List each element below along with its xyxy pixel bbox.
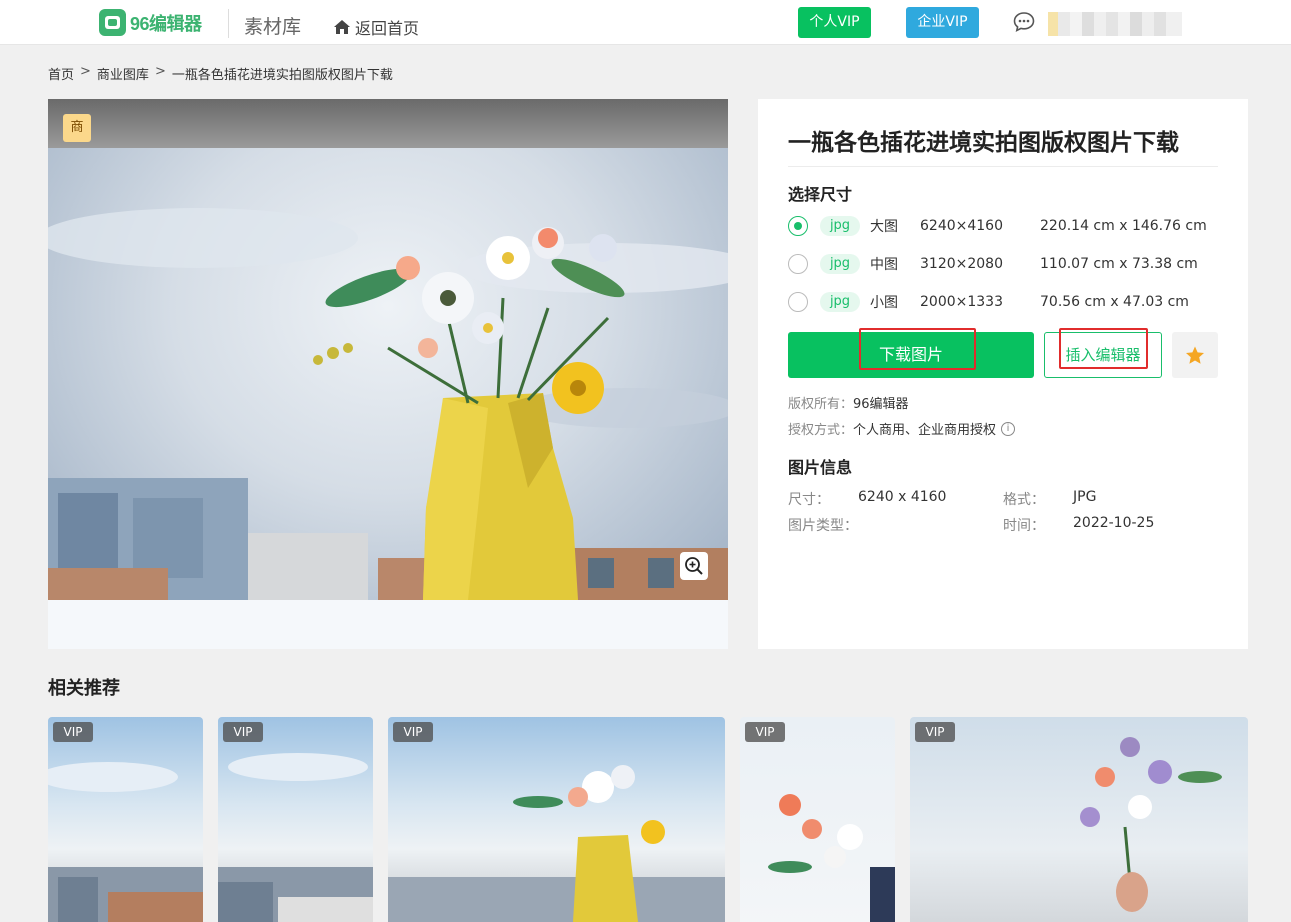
breadcrumb-current: 一瓶各色插花进境实拍图版权图片下载 — [171, 68, 393, 83]
logo-divider — [228, 9, 229, 38]
copyright-label: 版权所有： — [788, 397, 854, 412]
format-tag: jpg — [820, 254, 860, 274]
vip-tag: VIP — [223, 722, 263, 742]
format-tag: jpg — [820, 292, 860, 312]
license-value: 个人商用、企业商用授权 — [853, 423, 997, 438]
back-home-link[interactable]: 返回首页 — [334, 15, 419, 39]
personal-vip-button[interactable]: 个人VIP — [798, 7, 871, 38]
title-divider — [788, 166, 1218, 167]
thumb-image — [48, 762, 203, 922]
thumb-image — [218, 753, 373, 922]
info-size-value: 6240 x 4160 — [858, 489, 947, 505]
star-icon — [1186, 346, 1204, 364]
thumb-image — [1080, 737, 1222, 912]
highlight-box-insert — [1059, 328, 1148, 369]
size-option-small[interactable]: jpg 小图 2000×1333 70.56 cm x 47.03 cm — [788, 291, 1228, 313]
page-title: 一瓶各色插花进境实拍图版权图片下载 — [788, 130, 1179, 156]
highlight-box-download — [859, 328, 976, 370]
size-radio-small[interactable] — [788, 292, 808, 312]
breadcrumb: 首页 > 商业图库 > 一瓶各色插花进境实拍图版权图片下载 — [48, 64, 393, 83]
license-label: 授权方式： — [788, 423, 854, 438]
size-radio-large[interactable] — [788, 216, 808, 236]
related-title: 相关推荐 — [48, 678, 120, 699]
related-thumb[interactable]: VIP — [388, 717, 725, 922]
size-pixels: 3120×2080 — [920, 256, 1003, 272]
size-pixels: 6240×4160 — [920, 218, 1003, 234]
message-icon[interactable] — [1013, 12, 1035, 32]
favorite-button[interactable] — [1172, 332, 1218, 378]
logo[interactable]: 96编辑器 — [99, 9, 202, 36]
info-type-label: 图片类型： — [788, 518, 858, 534]
size-cm: 110.07 cm x 73.38 cm — [1040, 256, 1198, 272]
breadcrumb-home[interactable]: 首页 — [48, 64, 74, 83]
user-avatar-name[interactable] — [1048, 12, 1182, 36]
image-info-title: 图片信息 — [788, 458, 853, 477]
back-home-label: 返回首页 — [355, 19, 420, 38]
vip-tag: VIP — [393, 722, 433, 742]
size-cm: 70.56 cm x 47.03 cm — [1040, 294, 1189, 310]
breadcrumb-gallery[interactable]: 商业图库 — [97, 64, 149, 83]
size-option-large[interactable]: jpg 大图 6240×4160 220.14 cm x 146.76 cm — [788, 215, 1228, 237]
thumb-image — [388, 765, 725, 922]
home-icon — [334, 20, 350, 34]
logo-text: 96编辑器 — [130, 13, 202, 34]
vip-tag: VIP — [915, 722, 955, 742]
choose-size-label: 选择尺寸 — [788, 185, 853, 204]
info-time-value: 2022-10-25 — [1073, 515, 1155, 531]
vip-tag: VIP — [53, 722, 93, 742]
copyright-value: 96编辑器 — [853, 397, 909, 412]
zoom-in-button[interactable] — [680, 552, 708, 580]
size-name: 大图 — [870, 219, 898, 235]
breadcrumb-separator: > — [154, 64, 166, 79]
size-option-medium[interactable]: jpg 中图 3120×2080 110.07 cm x 73.38 cm — [788, 253, 1228, 275]
info-format-value: JPG — [1073, 489, 1097, 505]
related-thumb[interactable]: VIP — [48, 717, 203, 922]
top-bar: 96编辑器 素材库 返回首页 个人VIP 企业VIP — [0, 0, 1291, 45]
preview-header-shade — [48, 99, 728, 148]
related-thumb[interactable]: VIP — [910, 717, 1248, 922]
copyright-line: 版权所有： 96编辑器 — [788, 393, 909, 412]
related-thumb[interactable]: VIP — [218, 717, 373, 922]
size-name: 小图 — [870, 295, 898, 311]
size-radio-medium[interactable] — [788, 254, 808, 274]
info-format-label: 格式： — [1003, 492, 1045, 508]
enterprise-vip-button[interactable]: 企业VIP — [906, 7, 979, 38]
size-cm: 220.14 cm x 146.76 cm — [1040, 218, 1207, 234]
site-name: 素材库 — [244, 16, 302, 38]
commercial-badge: 商 — [63, 114, 91, 142]
size-name: 中图 — [870, 257, 898, 273]
zoom-in-icon — [685, 557, 703, 575]
detail-panel: 一瓶各色插花进境实拍图版权图片下载 选择尺寸 jpg 大图 6240×4160 … — [758, 99, 1248, 649]
info-size-label: 尺寸： — [788, 492, 830, 508]
size-pixels: 2000×1333 — [920, 294, 1003, 310]
breadcrumb-separator: > — [80, 64, 91, 79]
related-thumb[interactable]: VIP — [740, 717, 895, 922]
logo-icon — [99, 9, 126, 36]
preview-photo[interactable] — [48, 148, 728, 600]
info-time-label: 时间： — [1003, 518, 1045, 534]
flower-vase-photo — [48, 208, 728, 600]
license-line: 授权方式： 个人商用、企业商用授权 i — [788, 419, 1016, 438]
vip-tag: VIP — [745, 722, 785, 742]
image-preview: 商 — [48, 99, 728, 649]
thumb-image — [768, 794, 895, 922]
format-tag: jpg — [820, 216, 860, 236]
info-icon[interactable]: i — [1001, 421, 1016, 436]
